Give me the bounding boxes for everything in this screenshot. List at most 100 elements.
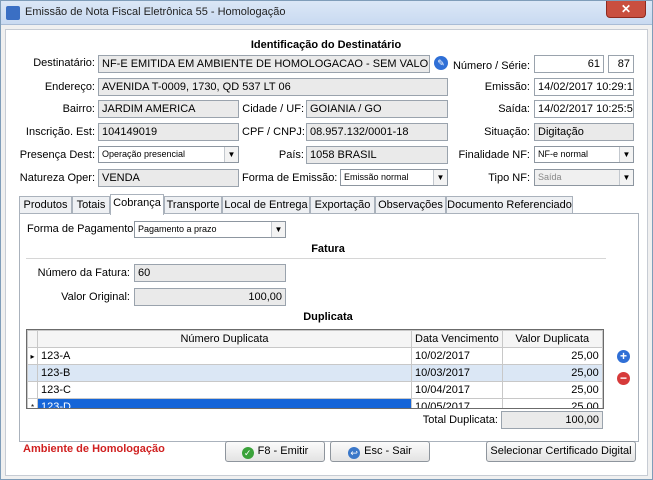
chevron-down-icon: ▼	[433, 170, 447, 185]
grid-indicator-header	[27, 330, 38, 348]
column-header-valor[interactable]: Valor Duplicata	[501, 330, 603, 348]
forma-pagamento-value: Pagamento a prazo	[138, 224, 217, 234]
situacao-field: Digitação	[534, 123, 634, 141]
cell-valor[interactable]: 25,00	[501, 398, 603, 408]
cell-data[interactable]: 10/03/2017	[411, 364, 503, 382]
cell-numero[interactable]: 123-B	[37, 364, 412, 382]
finalidade-select[interactable]: NF-e normal ▼	[534, 146, 634, 163]
emissao-label: Emissão:	[484, 81, 530, 93]
tipo-label: Tipo NF:	[488, 172, 530, 184]
cell-valor[interactable]: 25,00	[501, 364, 603, 382]
endereco-label: Endereço:	[44, 81, 95, 93]
check-icon: ✓	[241, 447, 254, 459]
total-duplicata-field: 100,00	[501, 411, 603, 429]
tab-local-entrega[interactable]: Local de Entrega	[222, 196, 310, 214]
finalidade-label: Finalidade NF:	[458, 149, 530, 161]
inscricao-field[interactable]: 104149019	[98, 123, 239, 141]
natureza-label: Natureza Oper:	[19, 172, 95, 184]
presenca-value: Operação presencial	[102, 149, 186, 159]
tab-totais[interactable]: Totais	[72, 196, 110, 214]
presenca-select[interactable]: Operação presencial ▼	[98, 146, 239, 163]
fatura-title: Fatura	[311, 243, 345, 255]
tab-exportacao[interactable]: Exportação	[310, 196, 375, 214]
cell-valor[interactable]: 25,00	[501, 381, 603, 399]
endereco-field[interactable]: AVENIDA T-0009, 1730, QD 537 LT 06	[98, 78, 448, 96]
forma-pagamento-label: Forma de Pagamento:	[27, 223, 137, 235]
bairro-label: Bairro:	[62, 103, 95, 115]
valor-original-label: Valor Original:	[61, 291, 130, 303]
column-header-data[interactable]: Data Vencimento	[411, 330, 503, 348]
forma-pagamento-select[interactable]: Pagamento a prazo ▼	[134, 221, 286, 238]
add-duplicata-icon[interactable]: +	[617, 350, 630, 363]
cell-numero[interactable]: 123-D	[37, 398, 412, 408]
duplicata-grid[interactable]: Número Duplicata Data Vencimento Valor D…	[26, 329, 604, 409]
section-title: Identificação do Destinatário	[250, 39, 402, 51]
chevron-down-icon: ▼	[224, 147, 238, 162]
cidade-uf-field[interactable]: GOIANIA / GO	[306, 100, 448, 118]
pais-label: País:	[278, 149, 304, 161]
row-indicator	[27, 381, 38, 399]
pais-field[interactable]: 1058 BRASIL	[306, 146, 448, 164]
tipo-value: Saída	[538, 172, 562, 182]
numero-field[interactable]: 61	[534, 55, 604, 73]
sair-label: Esc - Sair	[364, 445, 412, 457]
form-body: Identificação do Destinatário Destinatár…	[5, 29, 648, 476]
selecionar-certificado-button[interactable]: Selecionar Certificado Digital	[486, 441, 636, 462]
emitir-button[interactable]: ✓ F8 - Emitir	[225, 441, 325, 462]
row-indicator	[27, 364, 38, 382]
bairro-field[interactable]: JARDIM AMERICA	[98, 100, 239, 118]
chevron-down-icon: ▼	[619, 147, 633, 162]
cell-numero[interactable]: 123-C	[37, 381, 412, 399]
numero-fatura-field[interactable]: 60	[134, 264, 286, 282]
numero-fatura-label: Número da Fatura:	[37, 267, 130, 279]
window-title: Emissão de Nota Fiscal Eletrônica 55 - H…	[25, 6, 286, 18]
table-row[interactable]: ▸ 123-A 10/02/2017 25,00	[27, 347, 603, 365]
exit-icon: ↩	[348, 447, 361, 459]
forma-emissao-label: Forma de Emissão:	[242, 172, 338, 184]
column-header-numero[interactable]: Número Duplicata	[37, 330, 412, 348]
numero-serie-label: Número / Série:	[452, 60, 530, 72]
natureza-field[interactable]: VENDA	[98, 169, 239, 187]
row-indicator: *	[27, 398, 38, 408]
duplicata-title: Duplicata	[303, 311, 353, 323]
table-row[interactable]: 123-C 10/04/2017 25,00	[27, 381, 603, 399]
cell-data[interactable]: 10/05/2017	[411, 398, 503, 408]
serie-field[interactable]: 87	[608, 55, 634, 73]
forma-emissao-select[interactable]: Emissão normal ▼	[340, 169, 448, 186]
emissao-field[interactable]: 14/02/2017 10:29:16	[534, 78, 634, 96]
cell-numero[interactable]: 123-A	[37, 347, 412, 365]
destinatario-field[interactable]: NF-E EMITIDA EM AMBIENTE DE HOMOLOGACAO …	[98, 55, 430, 73]
tab-observacoes[interactable]: Observações	[375, 196, 446, 214]
close-button[interactable]: ✕	[606, 1, 646, 18]
valor-original-field[interactable]: 100,00	[134, 288, 286, 306]
situacao-label: Situação:	[484, 126, 530, 138]
row-indicator: ▸	[27, 347, 38, 365]
title-bar: Emissão de Nota Fiscal Eletrônica 55 - H…	[1, 1, 652, 25]
app-icon	[6, 6, 20, 20]
inscricao-label: Inscrição. Est:	[25, 126, 95, 138]
total-duplicata-label: Total Duplicata:	[422, 414, 498, 426]
table-row[interactable]: * 123-D 10/05/2017 25,00	[27, 398, 603, 408]
saida-label: Saída:	[498, 103, 530, 115]
tab-transporte[interactable]: Transporte	[164, 196, 222, 214]
main-window: Emissão de Nota Fiscal Eletrônica 55 - H…	[0, 0, 653, 480]
cpf-cnpj-label: CPF / CNPJ:	[242, 126, 305, 138]
cell-data[interactable]: 10/02/2017	[411, 347, 503, 365]
finalidade-value: NF-e normal	[538, 149, 589, 159]
ambiente-label: Ambiente de Homologação	[23, 443, 165, 455]
tab-documento-referenciado[interactable]: Documento Referenciado	[446, 196, 573, 214]
chevron-down-icon: ▼	[619, 170, 633, 185]
cpf-cnpj-field[interactable]: 08.957.132/0001-18	[306, 123, 448, 141]
emitir-label: F8 - Emitir	[257, 445, 309, 457]
sair-button[interactable]: ↩ Esc - Sair	[330, 441, 430, 462]
divider	[26, 258, 606, 259]
cell-data[interactable]: 10/04/2017	[411, 381, 503, 399]
saida-field[interactable]: 14/02/2017 10:25:53	[534, 100, 634, 118]
tab-cobranca[interactable]: Cobrança	[110, 194, 164, 215]
table-row[interactable]: 123-B 10/03/2017 25,00	[27, 364, 603, 382]
tab-produtos[interactable]: Produtos	[19, 196, 72, 214]
cidade-uf-label: Cidade / UF:	[242, 103, 304, 115]
remove-duplicata-icon[interactable]: −	[617, 372, 630, 385]
destinatario-label: Destinatário:	[33, 57, 95, 69]
cell-valor[interactable]: 25,00	[501, 347, 603, 365]
